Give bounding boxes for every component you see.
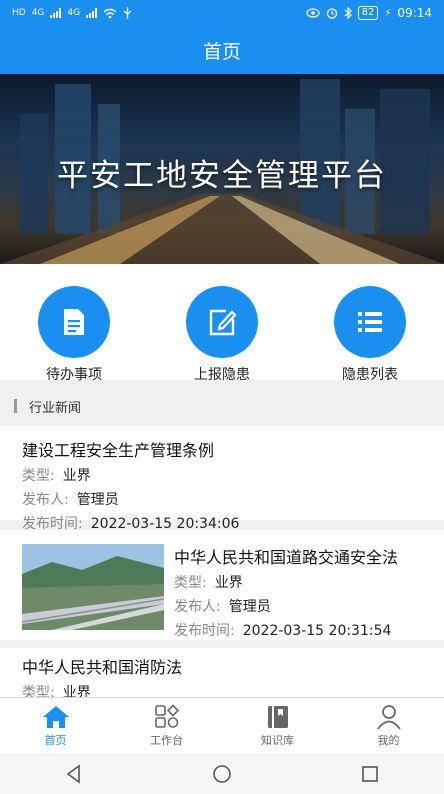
grid-icon	[154, 704, 179, 728]
tab-home[interactable]: 首页	[0, 698, 111, 754]
wifi-icon	[103, 8, 117, 18]
app-bar: 首页	[0, 26, 444, 74]
news-type-row: 类型: 业界	[22, 465, 239, 485]
page-title: 首页	[202, 40, 241, 63]
type-label: 类型:	[174, 575, 207, 591]
tab-label: 首页	[44, 734, 67, 747]
news-time-row: 发布时间: 2022-03-15 20:31:54	[174, 620, 398, 640]
quick-actions: 待办事项 上报隐患 隐患列表	[0, 264, 444, 383]
tab-label: 知识库	[261, 734, 294, 747]
battery-level: 82	[361, 7, 375, 18]
quick-action-label: 隐患列表	[342, 367, 398, 383]
type-label: 类型:	[22, 685, 55, 697]
tab-label: 工作台	[150, 734, 183, 747]
quick-action-list[interactable]: 隐患列表	[310, 286, 430, 384]
news-type: 业界	[62, 685, 91, 697]
tab-profile[interactable]: 我的	[333, 698, 444, 754]
eye-icon	[305, 8, 320, 18]
home-icon	[42, 706, 69, 728]
usb-icon	[123, 7, 132, 19]
user-icon	[376, 705, 401, 730]
edit-icon[interactable]	[186, 286, 258, 358]
publisher-label: 发布人:	[174, 599, 221, 615]
quick-action-label: 待办事项	[46, 367, 102, 383]
home-button-icon[interactable]	[211, 763, 233, 785]
tab-workbench[interactable]: 工作台	[111, 698, 222, 754]
type-label: 类型:	[22, 468, 55, 484]
network-label-2: 4G	[67, 8, 81, 18]
tab-knowledge[interactable]: 知识库	[222, 698, 333, 754]
news-time: 2022-03-15 20:31:54	[242, 623, 392, 639]
news-title: 中华人民共和国消防法	[22, 658, 183, 677]
recents-icon[interactable]	[359, 763, 381, 785]
news-item[interactable]: 中华人民共和国消防法 类型: 业界	[0, 648, 444, 697]
banner-image: 平安工地安全管理平台	[0, 74, 444, 264]
section-title: 行业新闻	[29, 400, 82, 416]
quick-action-label: 上报隐患	[194, 367, 250, 383]
quick-action-report[interactable]: 上报隐患	[162, 286, 282, 384]
news-type-row: 类型: 业界	[22, 682, 182, 697]
news-thumbnail	[22, 544, 164, 630]
tab-label: 我的	[377, 734, 400, 747]
news-item[interactable]: 中华人民共和国道路交通安全法 类型: 业界 发布人: 管理员 发布时间: 2022-0…	[0, 530, 444, 640]
news-publisher: 管理员	[76, 492, 119, 508]
signal-icon	[50, 8, 62, 18]
battery-icon: 82	[357, 6, 379, 20]
document-icon[interactable]	[38, 286, 110, 358]
news-publisher-row: 发布人: 管理员	[174, 596, 398, 616]
list-icon[interactable]	[334, 286, 406, 358]
quick-action-todo[interactable]: 待办事项	[14, 286, 134, 384]
news-type: 业界	[62, 468, 91, 484]
news-title: 中华人民共和国道路交通安全法	[174, 548, 399, 567]
news-type-row: 类型: 业界	[174, 572, 398, 592]
time-label: 发布时间:	[174, 623, 235, 639]
news-item[interactable]: 建设工程安全生产管理条例 类型: 业界 发布人: 管理员 发布时间: 2022-03-…	[0, 426, 444, 532]
back-icon[interactable]	[63, 763, 85, 785]
clock: 09:14	[397, 6, 432, 20]
section-header: 行业新闻	[0, 386, 444, 426]
bottom-tab-bar: 首页 工作台 知识库 我的	[0, 697, 444, 754]
hd-label: HD	[12, 8, 26, 18]
bluetooth-icon	[344, 7, 352, 19]
system-nav-bar	[0, 753, 444, 794]
status-bar: HD 4G 4G 82 ⚡ 09:14	[0, 0, 444, 26]
banner-title: 平安工地安全管理平台	[57, 158, 387, 194]
news-publisher: 管理员	[228, 599, 271, 615]
section-marker	[14, 399, 17, 413]
news-type: 业界	[214, 575, 243, 591]
publisher-label: 发布人:	[22, 492, 69, 508]
signal-icon-2	[86, 8, 98, 18]
charging-icon: ⚡	[384, 7, 392, 19]
alarm-icon	[326, 8, 337, 19]
book-icon	[267, 706, 288, 728]
news-title: 建设工程安全生产管理条例	[22, 441, 215, 460]
news-publisher-row: 发布人: 管理员	[22, 489, 239, 509]
network-label: 4G	[31, 8, 45, 18]
